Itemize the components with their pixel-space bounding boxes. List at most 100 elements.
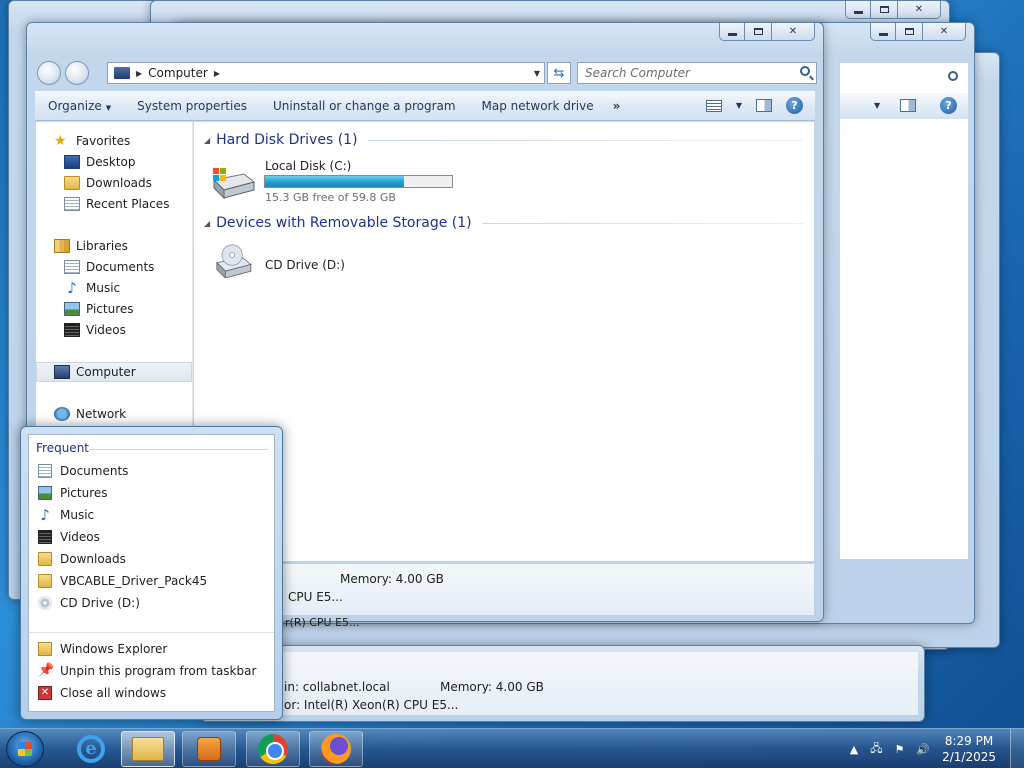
- volume-icon[interactable]: 🔊: [916, 743, 930, 756]
- search-icon: [948, 71, 958, 81]
- jump-task-unpin[interactable]: 📌 Unpin this program from taskbar: [38, 661, 256, 681]
- forward-button[interactable]: [65, 61, 89, 85]
- nav-label: Pictures: [86, 302, 134, 316]
- jump-item-videos[interactable]: Videos: [38, 527, 100, 547]
- breadcrumb-arrow-icon[interactable]: ▶: [136, 69, 142, 78]
- jump-item-label: Music: [60, 508, 95, 522]
- nav-documents[interactable]: Documents: [36, 257, 192, 277]
- group-title: Hard Disk Drives (1): [216, 132, 358, 148]
- pictures-icon: [38, 486, 52, 500]
- content-pane: ◢ Hard Disk Drives (1) Local Disk (C:) 1…: [194, 122, 814, 561]
- computer-icon: [114, 67, 130, 79]
- jump-item-cd-drive[interactable]: CD Drive (D:): [38, 593, 140, 613]
- start-button[interactable]: [6, 731, 44, 767]
- jump-item-label: Documents: [60, 464, 129, 478]
- close-button[interactable]: ✕: [897, 1, 941, 19]
- group-title: Devices with Removable Storage (1): [216, 215, 472, 231]
- local-disk-name[interactable]: Local Disk (C:): [265, 159, 351, 173]
- folder-icon: [132, 737, 164, 761]
- cd-drive-name[interactable]: CD Drive (D:): [265, 258, 345, 272]
- jump-item-music[interactable]: ♪ Music: [38, 505, 94, 525]
- network-status-icon[interactable]: 🖧: [870, 740, 882, 759]
- nav-downloads[interactable]: Downloads: [36, 173, 192, 193]
- jump-task-windows-explorer[interactable]: Windows Explorer: [38, 639, 167, 659]
- show-hidden-icons-icon[interactable]: ▲: [850, 743, 858, 756]
- back-button[interactable]: [37, 61, 61, 85]
- jump-item-label: Videos: [60, 530, 100, 544]
- nav-favorites[interactable]: ★ Favorites: [36, 131, 192, 151]
- chrome-icon: [258, 734, 288, 764]
- background-window-0[interactable]: in: collabnet.local Memory: 4.00 GB or: …: [200, 645, 925, 722]
- tasks-divider: [29, 632, 274, 633]
- map-network-drive-button[interactable]: Map network drive: [469, 99, 607, 113]
- preview-pane-icon[interactable]: [756, 99, 772, 112]
- collapse-triangle-icon[interactable]: ◢: [204, 219, 210, 228]
- clock[interactable]: 8:29 PM 2/1/2025: [942, 733, 996, 765]
- nav-music[interactable]: ♪ Music: [36, 278, 192, 298]
- local-disk-free-space: 15.3 GB free of 59.8 GB: [265, 191, 396, 204]
- nav-pictures[interactable]: Pictures: [36, 299, 192, 319]
- group-header-removable[interactable]: ◢ Devices with Removable Storage (1): [204, 215, 804, 231]
- show-desktop-button[interactable]: [1010, 729, 1024, 768]
- view-dropdown-icon[interactable]: ▼: [736, 101, 742, 110]
- close-button[interactable]: ✕: [922, 23, 966, 41]
- help-icon[interactable]: ?: [786, 97, 803, 114]
- minimize-button[interactable]: [845, 1, 871, 19]
- nav-label: Network: [76, 407, 127, 421]
- jump-item-downloads[interactable]: Downloads: [38, 549, 126, 569]
- window-toolbar: ▼ ?: [840, 93, 968, 119]
- taskbar-firefox[interactable]: [309, 731, 363, 767]
- nav-desktop[interactable]: Desktop: [36, 152, 192, 172]
- jump-item-documents[interactable]: Documents: [38, 461, 128, 481]
- close-button[interactable]: ✕: [771, 23, 815, 41]
- system-properties-button[interactable]: System properties: [124, 99, 260, 113]
- address-bar[interactable]: ▶ Computer ▶ ▼: [107, 62, 545, 84]
- minimize-button[interactable]: [719, 23, 745, 41]
- address-dropdown-icon[interactable]: ▼: [534, 69, 540, 78]
- nav-recent-places[interactable]: Recent Places: [36, 194, 192, 214]
- refresh-button[interactable]: ⇆: [547, 62, 571, 84]
- more-commands-button[interactable]: »: [607, 99, 627, 113]
- uninstall-program-button[interactable]: Uninstall or change a program: [260, 99, 469, 113]
- music-icon: ♪: [67, 279, 77, 297]
- nav-videos[interactable]: Videos: [36, 320, 192, 340]
- caption-buttons: ✕: [845, 1, 941, 19]
- group-header-hard-disks[interactable]: ◢ Hard Disk Drives (1): [204, 132, 804, 148]
- group-divider: [481, 222, 804, 224]
- help-icon[interactable]: ?: [940, 97, 957, 114]
- jump-item-pictures[interactable]: Pictures: [38, 483, 108, 503]
- maximize-button[interactable]: [871, 1, 897, 19]
- preview-pane-icon[interactable]: [900, 99, 916, 112]
- media-player-icon: [197, 737, 221, 761]
- nav-label: Music: [86, 281, 121, 295]
- organize-label: Organize: [48, 98, 102, 113]
- breadcrumb-arrow-icon[interactable]: ▶: [214, 69, 220, 78]
- breadcrumb-computer[interactable]: Computer: [148, 66, 208, 80]
- search-input[interactable]: Search Computer: [577, 62, 817, 84]
- jump-task-close-all[interactable]: ✕ Close all windows: [38, 683, 166, 703]
- maximize-button[interactable]: [896, 23, 922, 41]
- nav-network[interactable]: Network: [36, 404, 192, 424]
- taskbar-chrome[interactable]: [246, 731, 300, 767]
- desktop-icon: [64, 155, 80, 169]
- jump-item-label: Close all windows: [60, 686, 167, 700]
- taskbar-windows-explorer[interactable]: [121, 731, 175, 767]
- frequent-divider: [89, 449, 268, 450]
- organize-button[interactable]: Organize ▼: [35, 99, 124, 113]
- minimize-button[interactable]: [870, 23, 896, 41]
- action-center-flag-icon[interactable]: ⚑: [895, 743, 905, 756]
- nav-computer[interactable]: Computer: [36, 362, 192, 382]
- taskbar-internet-explorer[interactable]: e: [64, 731, 118, 767]
- jump-item-label: Downloads: [60, 552, 126, 566]
- collapse-triangle-icon[interactable]: ◢: [204, 136, 210, 145]
- usage-fill: [265, 176, 405, 187]
- memory-text: Memory: 4.00 GB: [440, 680, 544, 694]
- jump-item-label: VBCABLE_Driver_Pack45: [60, 574, 208, 588]
- jump-item-vbcable[interactable]: VBCABLE_Driver_Pack45: [38, 571, 207, 591]
- view-options-dropdown[interactable]: ▼: [874, 101, 880, 110]
- taskbar-media-player[interactable]: [182, 731, 236, 767]
- maximize-button[interactable]: [745, 23, 771, 41]
- nav-libraries[interactable]: Libraries: [36, 236, 192, 256]
- cd-drive-icon: [215, 244, 252, 278]
- change-view-icon[interactable]: [705, 99, 722, 112]
